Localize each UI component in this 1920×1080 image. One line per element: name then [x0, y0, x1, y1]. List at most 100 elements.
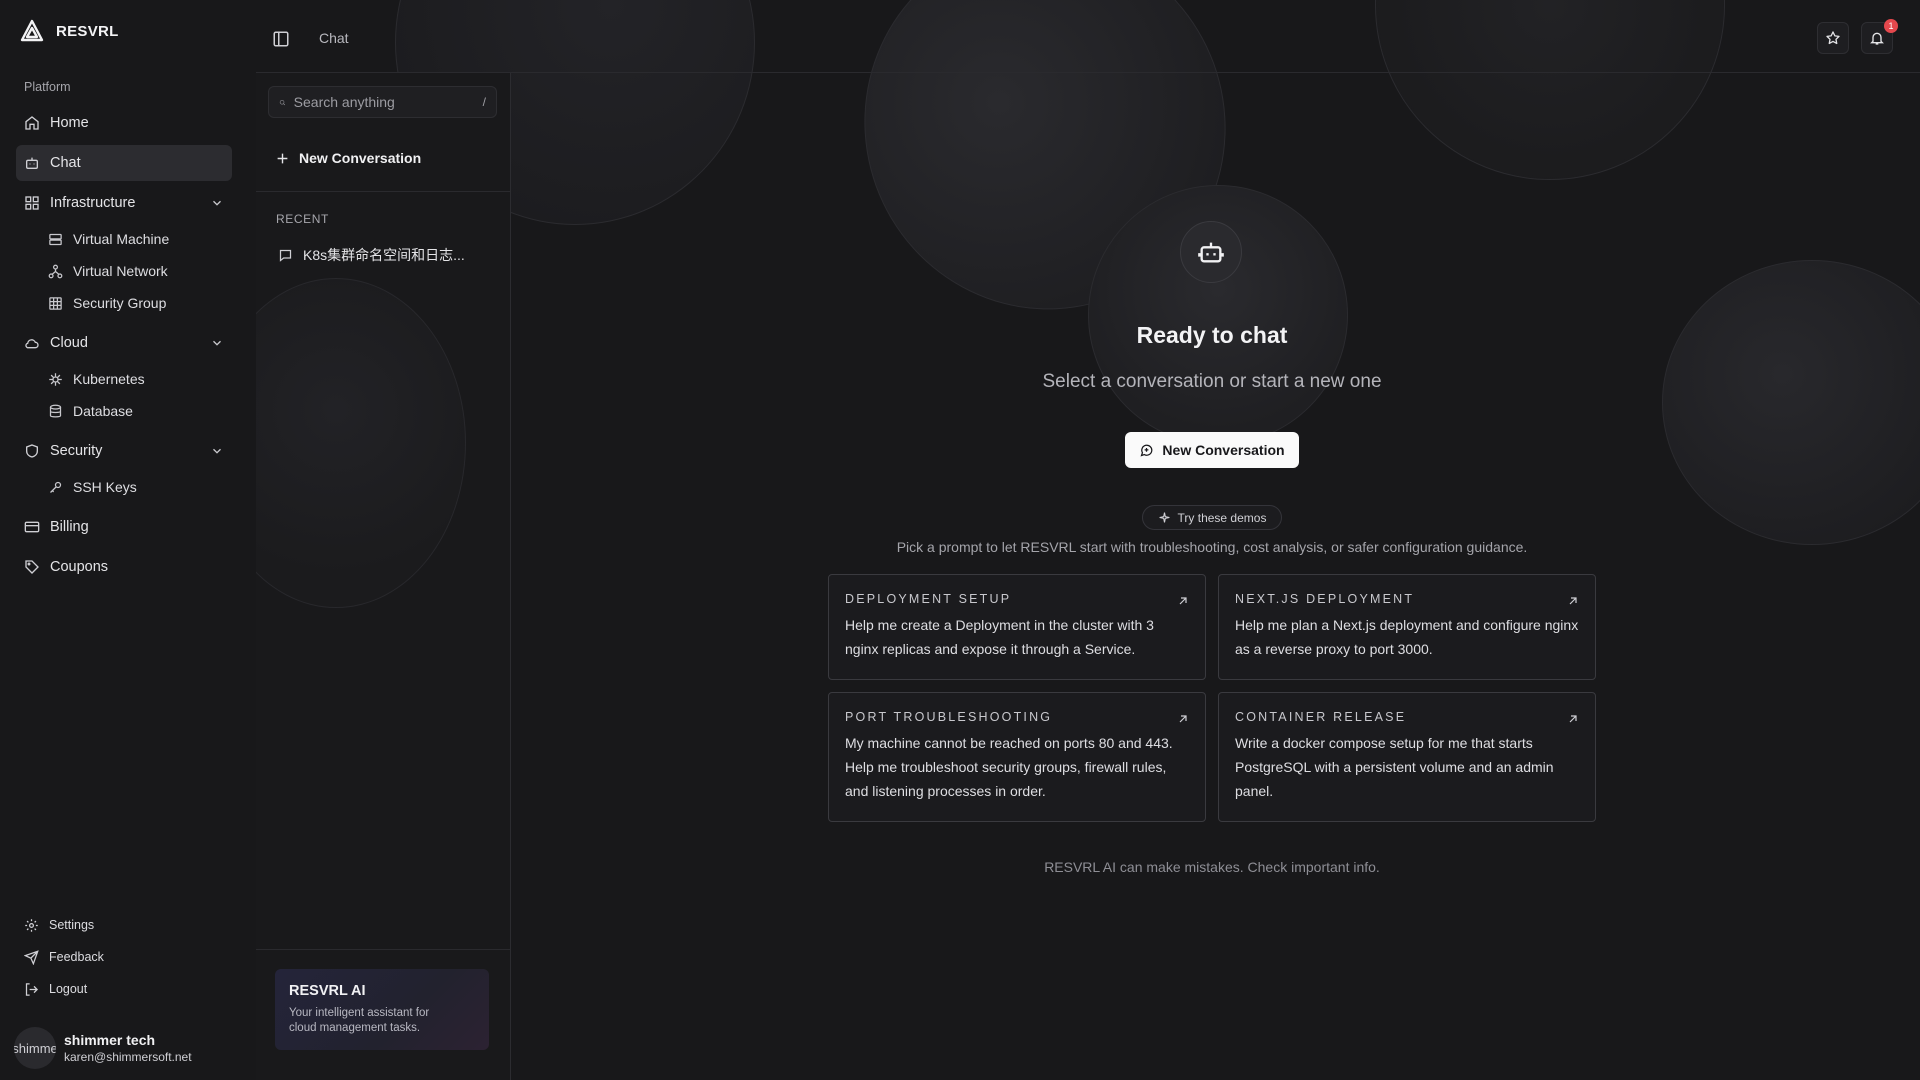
sidebar-item-database[interactable]: Database: [40, 395, 232, 427]
credit-card-icon: [24, 521, 40, 533]
sidebar-bottom-nav: Settings Feedback Logout: [16, 909, 232, 1005]
divider: [256, 949, 510, 950]
star-icon: [1826, 31, 1840, 45]
demo-card[interactable]: NEXT.JS DEPLOYMENT Help me plan a Next.j…: [1218, 574, 1596, 680]
sidebar-item-label: Database: [73, 403, 133, 419]
demo-card-title: PORT TROUBLESHOOTING: [845, 710, 1053, 724]
chevron-down-icon[interactable]: [210, 196, 224, 210]
sidebar-nav: Home Chat Infrastructure Virtual Machine…: [16, 105, 232, 589]
sidebar: RESVRL Platform Home Chat Infrastructure…: [0, 0, 256, 1080]
feedback-label: Feedback: [49, 950, 104, 964]
demo-card-title: NEXT.JS DEPLOYMENT: [1235, 592, 1415, 606]
demo-card[interactable]: PORT TROUBLESHOOTING My machine cannot b…: [828, 692, 1206, 822]
grid-icon: [25, 196, 39, 210]
logout-icon: [25, 982, 39, 996]
favorites-button[interactable]: [1817, 22, 1849, 54]
bot-icon: [1198, 242, 1224, 263]
sidebar-item-infrastructure[interactable]: Infrastructure: [16, 185, 232, 221]
brand-name: RESVRL: [56, 22, 119, 40]
search-icon: [279, 99, 286, 105]
submenu-infrastructure: Virtual Machine Virtual Network Security…: [16, 223, 232, 319]
recent-conversation-title: K8s集群命名空间和日志...: [303, 247, 465, 263]
demos-pill: Try these demos: [1142, 505, 1282, 530]
table-icon: [49, 296, 62, 310]
sidebar-item-cloud[interactable]: Cloud: [16, 325, 232, 361]
demo-card-body: Help me plan a Next.js deployment and co…: [1235, 617, 1579, 657]
sidebar-item-ssh-keys[interactable]: SSH Keys: [40, 471, 232, 503]
sidebar-item-label: Security Group: [73, 295, 167, 311]
brand-logo-icon: [20, 19, 44, 42]
sidebar-item-label: Kubernetes: [73, 371, 145, 387]
new-conversation-button-label: New Conversation: [1162, 442, 1285, 458]
helm-icon: [49, 372, 62, 386]
breadcrumb[interactable]: Chat: [319, 30, 349, 46]
arrow-up-right-icon: [1179, 715, 1187, 723]
sidebar-item-virtual-machine[interactable]: Virtual Machine: [40, 223, 232, 255]
sidebar-item-label: Virtual Network: [73, 263, 168, 279]
logout-link[interactable]: Logout: [16, 973, 232, 1005]
recent-conversation-item[interactable]: K8s集群命名空间和日志...: [278, 245, 503, 265]
sidebar-item-security[interactable]: Security: [16, 433, 232, 469]
settings-link[interactable]: Settings: [16, 909, 232, 941]
sidebar-item-label: Virtual Machine: [73, 231, 170, 247]
sidebar-item-label: Infrastructure: [50, 195, 136, 211]
feedback-link[interactable]: Feedback: [16, 941, 232, 973]
demo-card-body: Write a docker compose setup for me that…: [1235, 735, 1554, 799]
cloud-icon: [25, 339, 39, 349]
chevron-down-icon[interactable]: [210, 336, 224, 350]
avatar: shimme: [14, 1027, 56, 1069]
demo-card-body: My machine cannot be reached on ports 80…: [845, 735, 1173, 799]
sidebar-item-home[interactable]: Home: [16, 105, 232, 141]
new-conversation-label: New Conversation: [299, 150, 422, 166]
chat-plus-icon: [1140, 444, 1153, 456]
sidebar-item-label: SSH Keys: [73, 479, 137, 495]
background-blob: [256, 278, 466, 608]
sidebar-item-label: Chat: [50, 155, 81, 171]
key-icon: [50, 481, 62, 493]
sidebar-item-virtual-network[interactable]: Virtual Network: [40, 255, 232, 287]
send-icon: [24, 949, 39, 965]
new-conversation-link[interactable]: New Conversation: [276, 150, 421, 166]
notification-badge: 1: [1884, 19, 1898, 33]
sidebar-item-label: Cloud: [50, 335, 88, 351]
database-icon: [49, 404, 62, 417]
demo-card-title: DEPLOYMENT SETUP: [845, 592, 1012, 606]
sidebar-item-label: Home: [50, 115, 89, 131]
ai-disclaimer: RESVRL AI can make mistakes. Check impor…: [1044, 859, 1380, 875]
brand[interactable]: RESVRL: [20, 19, 119, 43]
demo-card-body: Help me create a Deployment in the clust…: [845, 617, 1154, 657]
tag-icon: [25, 560, 39, 574]
search-shortcut: /: [482, 95, 486, 109]
page-title: Ready to chat: [1136, 322, 1288, 348]
user-profile[interactable]: shimme shimmer tech karen@shimmersoft.ne…: [14, 1027, 192, 1069]
new-conversation-button[interactable]: New Conversation: [1125, 432, 1299, 468]
sidebar-toggle-icon[interactable]: [272, 30, 290, 48]
background-blob: [1662, 260, 1920, 545]
demos-pill-label: Try these demos: [1177, 510, 1267, 525]
message-icon: [279, 249, 292, 262]
conversation-panel: / New Conversation RECENT K8s集群命名空间和日志..…: [256, 73, 511, 1080]
search-input[interactable]: [293, 94, 475, 110]
sidebar-item-label: Coupons: [50, 559, 109, 575]
settings-label: Settings: [49, 918, 95, 932]
sidebar-item-kubernetes[interactable]: Kubernetes: [40, 363, 232, 395]
sidebar-item-coupons[interactable]: Coupons: [16, 549, 232, 585]
sidebar-item-security-group[interactable]: Security Group: [40, 287, 232, 319]
arrow-up-right-icon: [1569, 715, 1577, 723]
shield-icon: [26, 444, 38, 458]
sidebar-item-billing[interactable]: Billing: [16, 509, 232, 545]
ai-card-title: RESVRL AI: [289, 983, 366, 999]
demo-card[interactable]: DEPLOYMENT SETUP Help me create a Deploy…: [828, 574, 1206, 680]
search-box[interactable]: /: [268, 86, 497, 118]
ai-assistant-card: RESVRL AI Your intelligent assistant for…: [275, 969, 489, 1050]
user-name: shimmer tech: [64, 1032, 156, 1048]
logout-label: Logout: [49, 982, 88, 996]
submenu-cloud: Kubernetes Database: [16, 363, 232, 427]
bell-icon: [1870, 32, 1884, 45]
arrow-up-right-icon: [1179, 597, 1187, 605]
sidebar-item-chat[interactable]: Chat: [16, 145, 232, 181]
network-icon: [48, 264, 63, 278]
chevron-down-icon[interactable]: [210, 444, 224, 458]
demo-card[interactable]: CONTAINER RELEASE Write a docker compose…: [1218, 692, 1596, 822]
user-email: karen@shimmersoft.net: [64, 1050, 192, 1064]
